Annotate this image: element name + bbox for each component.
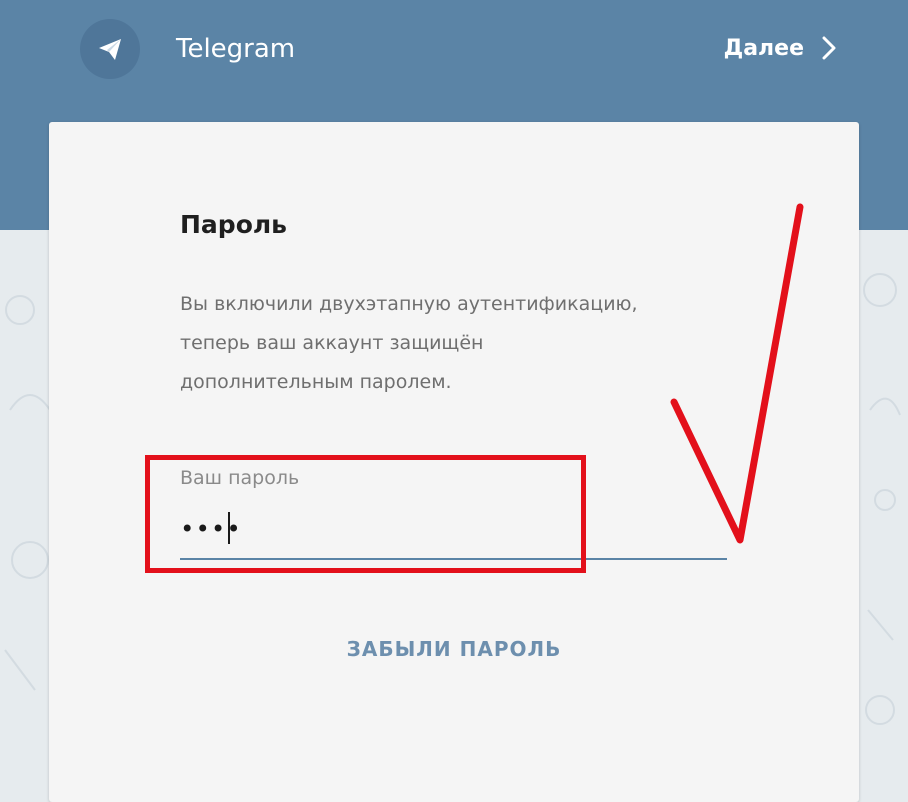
paper-plane-icon xyxy=(99,39,121,60)
page-title: Пароль xyxy=(180,210,287,239)
description-text: Вы включили двухэтапную аутентификацию, … xyxy=(180,285,760,402)
password-card: Пароль Вы включили двухэтапную аутентифи… xyxy=(49,122,859,802)
text-caret xyxy=(228,512,230,544)
next-button-label: Далее xyxy=(723,35,804,61)
forgot-password-link[interactable]: ЗАБЫЛИ ПАРОЛЬ xyxy=(49,637,859,661)
app-title: Telegram xyxy=(176,34,296,64)
password-input[interactable] xyxy=(180,509,727,549)
description-line: Вы включили двухэтапную аутентификацию, xyxy=(180,293,638,315)
description-line: дополнительным паролем. xyxy=(180,371,452,393)
telegram-logo xyxy=(80,19,140,79)
next-button[interactable]: Далее xyxy=(724,30,836,66)
password-label: Ваш пароль xyxy=(180,467,300,489)
password-input-underline xyxy=(180,558,727,560)
chevron-right-icon xyxy=(822,36,836,60)
description-line: теперь ваш аккаунт защищён xyxy=(180,332,484,354)
